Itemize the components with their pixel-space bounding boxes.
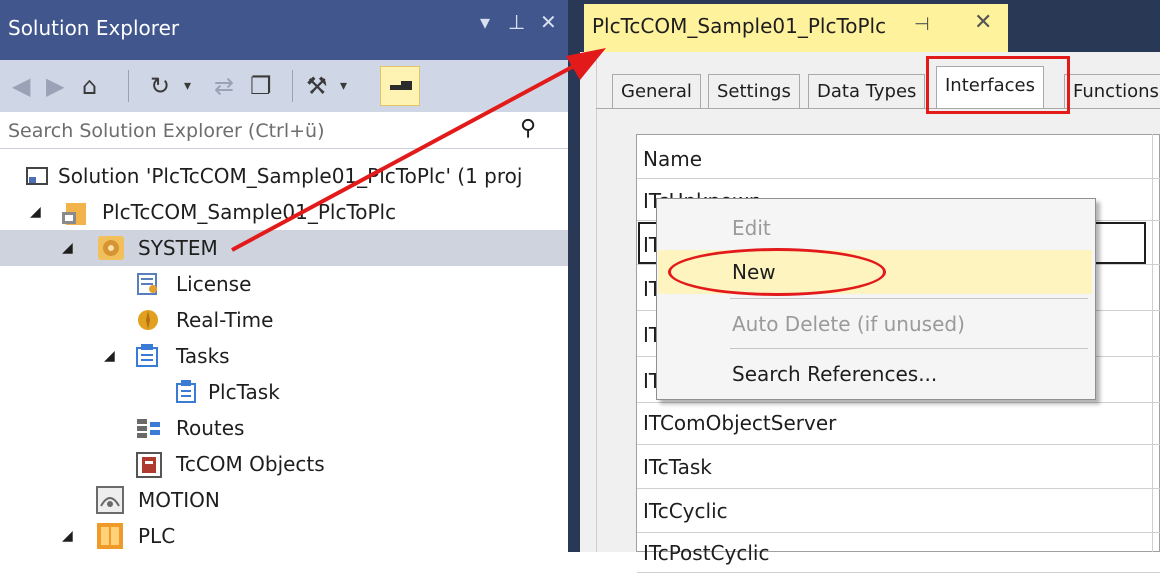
annotation-arrow (231, 48, 606, 252)
